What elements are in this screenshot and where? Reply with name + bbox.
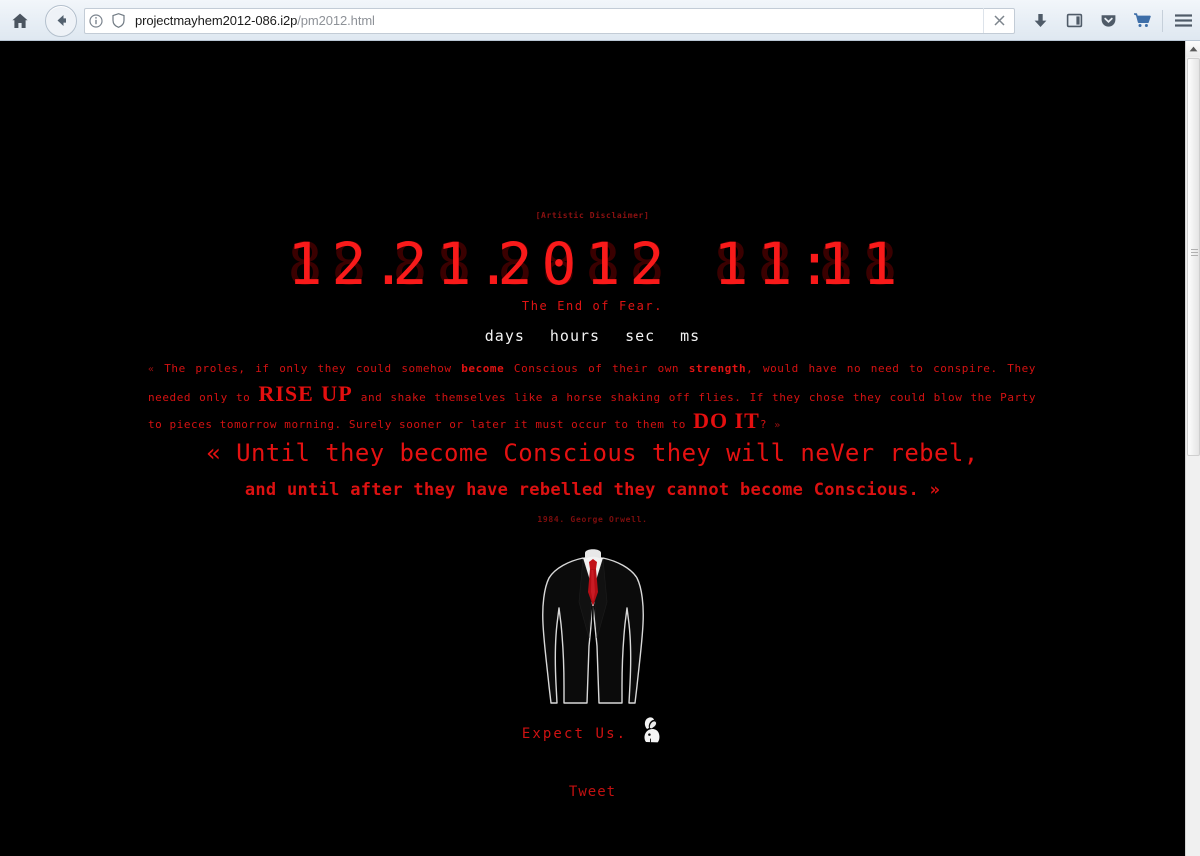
unit-hours: hours: [549, 327, 601, 345]
home-icon: [12, 13, 28, 28]
lcd-value: 1: [287, 230, 323, 298]
lcd-value: 1: [862, 230, 898, 298]
url-text[interactable]: projectmayhem2012-086.i2p/pm2012.html: [135, 13, 983, 28]
menu-button[interactable]: [1166, 4, 1200, 38]
url-domain: projectmayhem2012-086.i2p: [135, 13, 298, 28]
expect-us-row: Expect Us.: [0, 717, 1185, 744]
tagline: The End of Fear.: [521, 299, 664, 313]
unit-ms: ms: [680, 327, 701, 345]
url-bar[interactable]: projectmayhem2012-086.i2p/pm2012.html: [84, 7, 1015, 34]
reader-view-button[interactable]: [1057, 4, 1091, 38]
lcd-digit: 8 1: [283, 230, 327, 298]
close-icon: [993, 15, 1005, 26]
lcd-digit: 8 1: [709, 230, 753, 298]
lcd-value: 2: [629, 230, 665, 298]
unit-sec: sec: [625, 327, 656, 345]
countdown-units: days hours sec ms: [0, 327, 1185, 345]
lcd-digit: 8 1: [432, 230, 476, 298]
cart-button[interactable]: [1125, 4, 1159, 38]
lcd-digit: 8 1: [753, 230, 797, 298]
proles-rise-up: RISE UP: [258, 380, 353, 406]
tweet-label: Tweet: [568, 784, 617, 800]
lcd-digit: 8 1: [858, 230, 902, 298]
shield-icon: [111, 13, 125, 28]
lcd-value: 1: [436, 230, 472, 298]
scroll-up-button[interactable]: [1186, 41, 1200, 57]
lcd-value: 1: [585, 230, 621, 298]
lcd-value: 2: [331, 230, 367, 298]
white-rabbit-icon: [644, 717, 660, 743]
lcd-value: :: [797, 230, 832, 298]
proles-bold-become: become: [461, 362, 505, 375]
lcd-value: 1: [713, 230, 749, 298]
pocket-button[interactable]: [1091, 4, 1125, 38]
browser-chrome: projectmayhem2012-086.i2p/pm2012.html: [0, 0, 1200, 41]
artistic-disclaimer: [Artistic Disclaimer]: [535, 211, 650, 220]
lcd-separator: :: [797, 230, 832, 298]
lcd-digit: 8 2: [493, 230, 537, 298]
lcd-digit: 8 1: [814, 230, 858, 298]
lcd-value: 1: [818, 230, 854, 298]
pocket-icon: [1101, 15, 1115, 27]
unit-days: days: [484, 327, 525, 345]
url-path: /pm2012.html: [297, 13, 375, 28]
clock-date-group: 8 1 8 2 . 8 2 8 1 . 8 2 8 0 8 1 8 2: [283, 230, 669, 298]
expect-us-text: Expect Us.: [521, 726, 628, 742]
proles-text-5: ?: [759, 418, 775, 431]
home-button[interactable]: [3, 4, 37, 38]
lcd-digit: 8 2: [388, 230, 432, 298]
scroll-up-arrow-icon: [1189, 46, 1198, 52]
lcd-separator: .: [476, 230, 511, 298]
cart-icon: [1133, 13, 1151, 27]
proles-text-1: The proles, if only they could somehow: [164, 362, 462, 375]
proles-do-it: DO IT: [693, 408, 760, 433]
page-viewport: [Artistic Disclaimer] 8 1 8 2 . 8 2 8 1 …: [0, 41, 1200, 856]
downloads-button[interactable]: [1023, 4, 1057, 38]
info-icon: [89, 13, 103, 28]
clear-url-button[interactable]: [983, 8, 1014, 33]
proles-paragraph: « The proles, if only they could somehow…: [148, 357, 1036, 438]
lcd-value: 1: [757, 230, 793, 298]
lcd-value: 2: [497, 230, 533, 298]
lcd-value: .: [371, 230, 406, 298]
lcd-value: 0: [541, 230, 577, 298]
lcd-digit: 8 2: [625, 230, 669, 298]
close-guillemet: »: [774, 420, 781, 431]
navigation-toolbar: projectmayhem2012-086.i2p/pm2012.html: [0, 0, 1200, 41]
lcd-digit: 8 1: [581, 230, 625, 298]
back-arrow-icon: [57, 15, 66, 26]
lcd-separator: .: [371, 230, 406, 298]
page-content: [Artistic Disclaimer] 8 1 8 2 . 8 2 8 1 …: [0, 41, 1185, 856]
menu-icon: [1174, 14, 1192, 27]
suit-illustration: [541, 549, 644, 704]
scroll-thumb[interactable]: [1187, 58, 1200, 456]
countdown-clock: 8 1 8 2 . 8 2 8 1 . 8 2 8 0 8 1 8 2 8 1 …: [0, 233, 1185, 295]
lcd-value: .: [476, 230, 511, 298]
quote-line-1: « Until they become Conscious they will …: [206, 439, 979, 467]
lcd-digit: 8 2: [327, 230, 371, 298]
vertical-scrollbar[interactable]: [1185, 41, 1200, 856]
tracking-protection-button[interactable]: [107, 9, 129, 33]
toolbar-divider: [1162, 9, 1163, 32]
reader-view-icon: [1066, 13, 1082, 28]
quote-attribution: 1984. George Orwell.: [537, 515, 648, 524]
headless-suit-figure: [0, 546, 1185, 706]
lcd-value: 2: [392, 230, 428, 298]
back-button[interactable]: [45, 4, 77, 37]
lcd-digit: 8 0: [537, 230, 581, 298]
scroll-thumb-grip: [1191, 249, 1198, 256]
proles-text-2: Conscious of their own: [504, 362, 689, 375]
clock-time-group: 8 1 8 1 : 8 1 8 1: [709, 230, 902, 298]
download-icon: [1034, 14, 1046, 27]
tweet-button[interactable]: Tweet: [0, 783, 1185, 801]
proles-bold-strength: strength: [688, 362, 747, 375]
open-guillemet: «: [148, 364, 155, 375]
site-identity-button[interactable]: [85, 9, 107, 33]
quote-line-2: and until after they have rebelled they …: [244, 480, 941, 500]
